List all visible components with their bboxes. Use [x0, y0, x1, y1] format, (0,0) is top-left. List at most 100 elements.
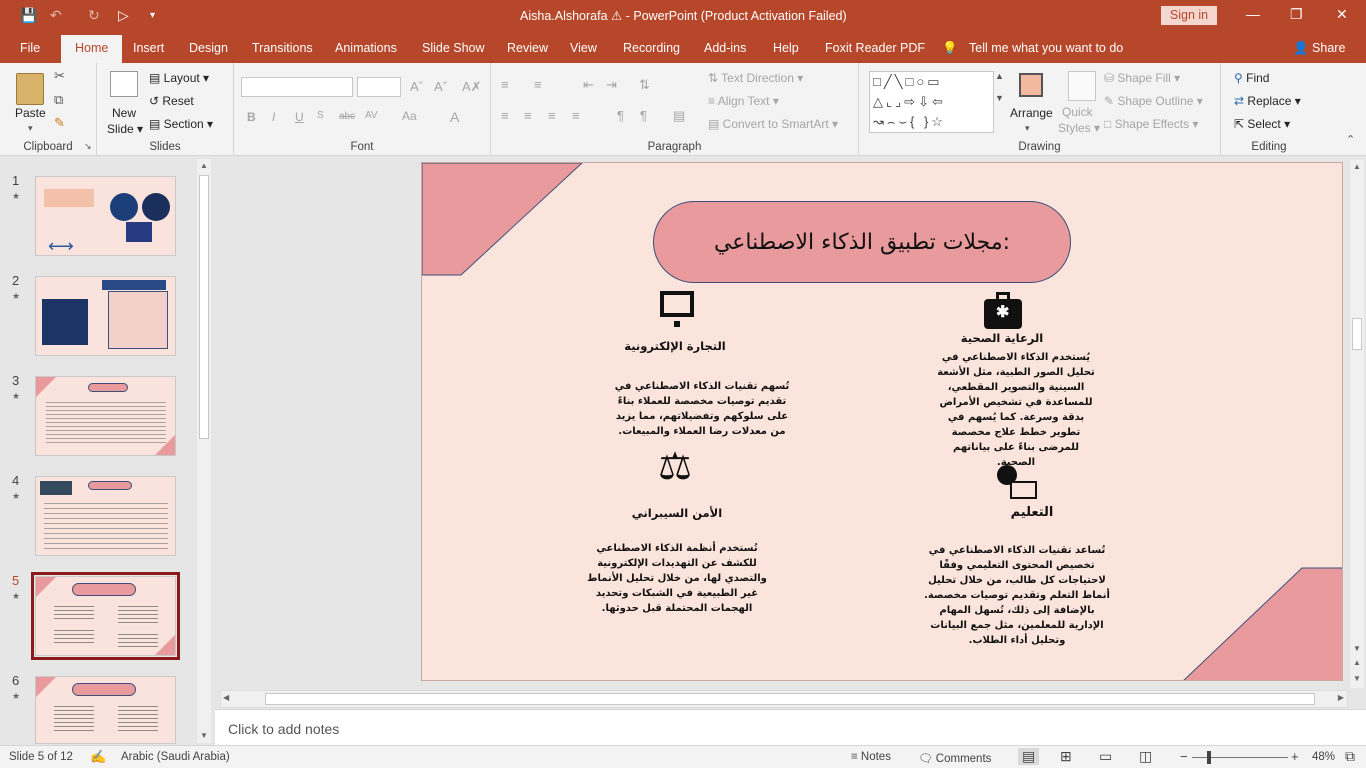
quick-styles-button[interactable]: Quick: [1062, 105, 1093, 119]
shape-outline-button[interactable]: ✎ Shape Outline ▾: [1104, 94, 1203, 108]
shape-fill-button[interactable]: ⛁ Shape Fill ▾: [1104, 71, 1180, 85]
zoom-level[interactable]: 48%: [1312, 751, 1335, 763]
new-slide-icon[interactable]: [110, 71, 138, 97]
minimize-icon[interactable]: —: [1246, 6, 1260, 22]
zoom-out-icon[interactable]: −: [1180, 749, 1188, 764]
scroll-up-icon[interactable]: ▲: [1350, 160, 1364, 174]
spell-check-icon[interactable]: ✍: [90, 749, 106, 765]
canvas-horizontal-scrollbar[interactable]: ◀ ▶: [220, 690, 1348, 708]
font-name-combo[interactable]: [241, 77, 353, 97]
slide-thumbnail-4[interactable]: [35, 476, 176, 556]
collapse-ribbon-icon[interactable]: ⌃: [1346, 133, 1355, 146]
quick-styles-icon[interactable]: [1068, 71, 1096, 101]
tab-help[interactable]: Help: [773, 41, 799, 55]
restore-icon[interactable]: ❐: [1290, 6, 1303, 23]
align-text-button[interactable]: ≡ Align Text ▾: [708, 94, 779, 108]
scroll-down-icon[interactable]: ▼: [1350, 642, 1364, 656]
align-right-icon[interactable]: ≡: [548, 108, 556, 123]
clear-format-icon[interactable]: A✗: [462, 79, 482, 95]
change-case-button[interactable]: Aa: [402, 109, 417, 123]
increase-indent-icon[interactable]: ⇥: [606, 77, 617, 93]
scrollbar-thumb[interactable]: [265, 693, 1315, 705]
share-button[interactable]: 👤 Share: [1293, 41, 1345, 56]
bullets-icon[interactable]: ≡: [501, 77, 509, 92]
rtl-icon[interactable]: ¶: [640, 108, 647, 123]
numbering-icon[interactable]: ≡: [534, 77, 542, 92]
scroll-right-icon[interactable]: ▶: [1338, 693, 1344, 702]
arrange-button[interactable]: Arrange: [1010, 106, 1053, 120]
quick-styles-button-line2[interactable]: Styles ▾: [1058, 121, 1100, 135]
scroll-up-icon[interactable]: ▲: [197, 159, 211, 173]
slide-thumbnail-5[interactable]: [31, 572, 180, 660]
tab-recording[interactable]: Recording: [623, 41, 680, 55]
cut-icon[interactable]: ✂: [54, 68, 65, 84]
char-spacing-button[interactable]: AV: [365, 110, 378, 121]
undo-icon[interactable]: ↶: [50, 7, 62, 24]
justify-icon[interactable]: ≡: [572, 108, 580, 123]
slide-thumbnail-1[interactable]: ⟷: [35, 176, 176, 256]
scrollbar-thumb[interactable]: [199, 175, 209, 439]
italic-button[interactable]: I: [272, 110, 275, 124]
select-button[interactable]: ⇱ Select ▾: [1234, 117, 1290, 131]
paste-icon[interactable]: [16, 73, 44, 105]
underline-button[interactable]: U: [295, 110, 304, 124]
normal-view-icon[interactable]: ▤: [1018, 748, 1040, 765]
bold-button[interactable]: B: [247, 110, 256, 124]
tab-view[interactable]: View: [570, 41, 597, 55]
present-icon[interactable]: ▷: [118, 7, 129, 24]
arrange-dropdown-icon[interactable]: ▾: [1025, 123, 1030, 134]
comments-button[interactable]: 🗨 Comments: [918, 751, 991, 765]
notes-pane[interactable]: Click to add notes: [215, 709, 1366, 747]
slide-thumbnail-3[interactable]: [35, 376, 176, 456]
shadow-button[interactable]: S: [317, 110, 324, 121]
current-slide[interactable]: مجلات تطبيق الذكاء الاصطناعي: ✱ ⚖ التجار…: [421, 162, 1343, 681]
canvas-vertical-scrollbar[interactable]: ▲ ▼ ▲ ▼: [1350, 160, 1364, 688]
redo-icon[interactable]: ↻: [88, 7, 100, 24]
text-direction-button[interactable]: ⇅ Text Direction ▾: [708, 71, 803, 85]
decrease-font-icon[interactable]: Aˇ: [434, 79, 447, 94]
scrollbar-thumb[interactable]: [1352, 318, 1362, 350]
shapes-gallery[interactable]: □╱╲□○▭ △⌞⌟⇨⇩⇦ ↝⌢⌣{ }☆: [869, 71, 994, 133]
notes-placeholder[interactable]: Click to add notes: [228, 721, 339, 737]
arrange-icon[interactable]: [1019, 73, 1043, 97]
zoom-in-icon[interactable]: +: [1291, 749, 1299, 764]
font-color-button[interactable]: A: [450, 109, 459, 125]
replace-button[interactable]: ⇄ Replace ▾: [1234, 94, 1301, 108]
find-button[interactable]: ⚲ Find: [1234, 71, 1269, 85]
shape-effects-button[interactable]: □ Shape Effects ▾: [1104, 117, 1198, 131]
slide-thumbnail-6[interactable]: [35, 676, 176, 744]
tab-review[interactable]: Review: [507, 41, 548, 55]
tab-insert[interactable]: Insert: [133, 41, 164, 55]
section-button[interactable]: ▤ Section ▾: [149, 117, 213, 131]
shapes-scroll-up-icon[interactable]: ▲: [995, 71, 1004, 81]
clipboard-launcher-icon[interactable]: ↘: [84, 141, 92, 152]
format-painter-icon[interactable]: ✎: [54, 115, 65, 131]
align-left-icon[interactable]: ≡: [501, 108, 509, 123]
line-spacing-icon[interactable]: ⇅: [639, 77, 650, 93]
tell-me-box[interactable]: Tell me what you want to do: [969, 41, 1123, 55]
tab-file[interactable]: File: [20, 41, 40, 55]
align-center-icon[interactable]: ≡: [524, 108, 532, 123]
sign-in-button[interactable]: Sign in: [1161, 6, 1217, 25]
reset-button[interactable]: ↺ Reset: [149, 94, 194, 108]
increase-font-icon[interactable]: Aˆ: [410, 79, 423, 94]
save-icon[interactable]: 💾: [20, 7, 37, 24]
font-size-combo[interactable]: [357, 77, 401, 97]
customize-qat-icon[interactable]: ▾: [150, 10, 155, 21]
paste-dropdown-icon[interactable]: ▾: [28, 123, 33, 134]
previous-slide-icon[interactable]: ▲: [1350, 656, 1364, 670]
tab-home[interactable]: Home: [61, 35, 123, 63]
decrease-indent-icon[interactable]: ⇤: [583, 77, 594, 93]
convert-smartart-button[interactable]: ▤ Convert to SmartArt ▾: [708, 117, 838, 131]
language-indicator[interactable]: Arabic (Saudi Arabia): [121, 751, 230, 763]
paste-button[interactable]: Paste: [15, 106, 46, 120]
zoom-slider-thumb[interactable]: [1207, 751, 1211, 764]
scroll-down-icon[interactable]: ▼: [197, 729, 211, 743]
new-slide-button[interactable]: New: [112, 106, 136, 120]
fit-to-window-icon[interactable]: ⧉: [1345, 748, 1355, 765]
notes-button[interactable]: ≡ Notes: [851, 751, 891, 763]
scroll-left-icon[interactable]: ◀: [223, 693, 229, 702]
new-slide-button-line2[interactable]: Slide ▾: [107, 122, 143, 136]
columns-icon[interactable]: ▤: [673, 108, 685, 124]
copy-icon[interactable]: ⧉: [54, 92, 63, 108]
